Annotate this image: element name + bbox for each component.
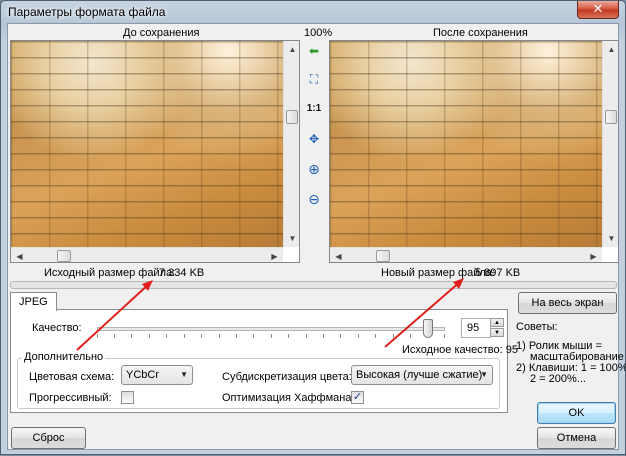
after-image[interactable]	[330, 41, 602, 247]
subsampling-select[interactable]: Высокая (лучше сжатие) ▼	[351, 365, 493, 385]
dialog-window: Параметры формата файла ✕ До сохранения …	[0, 0, 626, 455]
fit-window-icon[interactable]: ⛶	[305, 70, 323, 88]
subsampling-label: Субдискретизация цвета:	[222, 371, 352, 383]
after-hscroll-thumb[interactable]	[376, 250, 390, 262]
chevron-down-icon: ▼	[180, 370, 188, 379]
quality-label: Качество:	[32, 322, 82, 334]
before-label: До сохранения	[123, 27, 200, 39]
color-scheme-value: YCbCr	[126, 369, 160, 381]
scroll-left-icon[interactable]: ◀	[11, 248, 28, 262]
splitter-bar[interactable]	[10, 281, 617, 289]
advanced-group-label: Дополнительно	[22, 351, 106, 363]
zoom-in-icon[interactable]: ⊕	[305, 160, 323, 178]
window-title: Параметры формата файла	[8, 5, 166, 19]
scroll-left-icon[interactable]: ◀	[330, 248, 347, 262]
before-preview[interactable]: ▲ ▼ ◀ ▶	[10, 40, 300, 263]
before-hscroll-thumb[interactable]	[57, 250, 71, 262]
after-vscroll-thumb[interactable]	[605, 110, 617, 124]
before-vscroll-thumb[interactable]	[286, 110, 298, 124]
after-label: После сохранения	[433, 27, 528, 39]
tab-jpeg[interactable]: JPEG	[10, 292, 57, 311]
preview-toolbar: ⬅ ⛶ 1:1 ✥ ⊕ ⊖	[303, 40, 325, 263]
zoom-out-icon[interactable]: ⊖	[305, 190, 323, 208]
new-size-value: 5 897 KB	[475, 267, 521, 279]
quality-down-icon[interactable]: ▼	[490, 328, 504, 337]
original-size-value: 7 334 KB	[159, 267, 205, 279]
scroll-up-icon[interactable]: ▲	[603, 41, 618, 58]
reset-button[interactable]: Сброс	[11, 427, 86, 449]
huffman-label: Оптимизация Хаффмана:	[222, 392, 355, 404]
huffman-checkbox[interactable]: ✓	[351, 391, 364, 404]
zoom-level: 100%	[304, 27, 333, 39]
color-scheme-label: Цветовая схема:	[29, 371, 115, 383]
quality-value: 95	[467, 322, 480, 334]
scroll-right-icon[interactable]: ▶	[585, 248, 602, 262]
checkmark-icon: ✓	[352, 391, 363, 403]
ok-button[interactable]: OK	[537, 402, 616, 424]
original-size-label: Исходный размер файла:	[44, 267, 176, 279]
quality-input[interactable]: 95	[461, 318, 491, 338]
scroll-down-icon[interactable]: ▼	[603, 230, 618, 247]
tips-title: Советы:	[516, 321, 558, 333]
fullscreen-button[interactable]: На весь экран	[518, 292, 617, 314]
cancel-button[interactable]: Отмена	[537, 427, 616, 449]
color-scheme-select[interactable]: YCbCr ▼	[121, 365, 193, 385]
after-vertical-scrollbar[interactable]: ▲ ▼	[602, 41, 618, 247]
original-quality-label: Исходное качество: 95	[402, 344, 518, 356]
before-image[interactable]	[11, 41, 283, 247]
dialog-client-area: До сохранения 100% После сохранения ▲ ▼ …	[7, 23, 626, 450]
progressive-label: Прогрессивный:	[29, 392, 112, 404]
quality-up-icon[interactable]: ▲	[490, 318, 504, 327]
quality-slider-thumb[interactable]	[422, 319, 433, 338]
quality-slider-track[interactable]	[97, 327, 445, 331]
actual-size-icon[interactable]: 1:1	[303, 100, 325, 118]
subsampling-value: Высокая (лучше сжатие)	[356, 369, 483, 381]
before-vertical-scrollbar[interactable]: ▲ ▼	[283, 41, 299, 247]
scroll-right-icon[interactable]: ▶	[266, 248, 283, 262]
scroll-down-icon[interactable]: ▼	[284, 230, 299, 247]
after-horizontal-scrollbar[interactable]: ◀ ▶	[330, 247, 602, 262]
progressive-checkbox[interactable]	[121, 391, 134, 404]
after-preview[interactable]: ▲ ▼ ◀ ▶	[329, 40, 619, 263]
quality-slider-ticks	[97, 334, 445, 339]
pan-icon[interactable]: ✥	[305, 130, 323, 148]
scroll-up-icon[interactable]: ▲	[284, 41, 299, 58]
title-bar[interactable]: Параметры формата файла ✕	[1, 1, 625, 23]
back-arrow-icon[interactable]: ⬅	[305, 42, 323, 60]
chevron-down-icon: ▼	[480, 370, 488, 379]
close-button[interactable]: ✕	[577, 1, 619, 19]
tip-line: 2 = 200%...	[530, 373, 586, 385]
before-horizontal-scrollbar[interactable]: ◀ ▶	[11, 247, 283, 262]
